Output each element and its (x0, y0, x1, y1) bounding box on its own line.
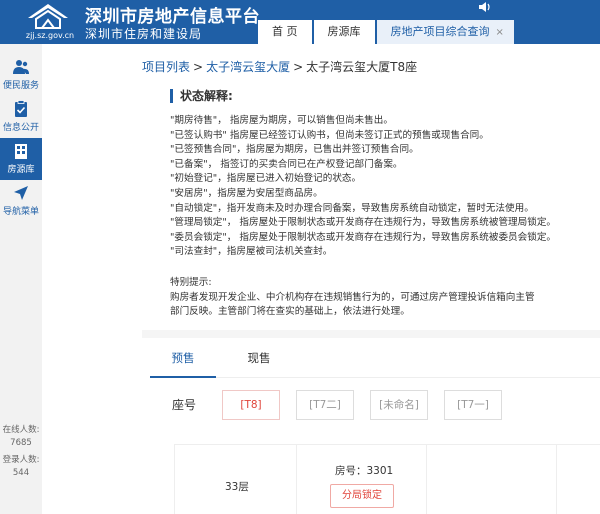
sidebar-item-navigation[interactable]: 导航菜单 (0, 180, 42, 222)
sidebar-item-label: 导航菜单 (2, 207, 39, 217)
breadcrumb-project[interactable]: 太子湾云玺大厦 (206, 60, 290, 74)
main-content: 项目列表 > 太子湾云玺大厦 > 太子湾云玺大厦T8座 状态解释: "期房待售"， 指房… (42, 44, 600, 514)
status-line: "自动锁定"，指开发商未及时办理合同备案，导致售房系统自动锁定，暂时无法使用。 (170, 202, 534, 214)
seat-button-t8[interactable]: [T8] (222, 390, 280, 420)
logo-house-icon (28, 4, 68, 29)
seat-button-t7-1[interactable]: [T7一] (444, 390, 502, 420)
breadcrumb-separator: > (293, 60, 304, 74)
top-header: zjj.sz.gov.cn 深圳市房地产信息平台 深圳市住房和建设局 首 页 房… (0, 0, 600, 44)
login-count: 544 (12, 468, 30, 478)
notice-title: 特别提示: (170, 276, 212, 288)
checklist-icon (15, 100, 27, 117)
breadcrumb-current: 太子湾云玺大厦T8座 (306, 60, 418, 74)
seat-button-t7-2[interactable]: [T7二] (296, 390, 354, 420)
sidebar-item-label: 房源库 (7, 165, 35, 175)
sidebar-item-label: 便民服务 (2, 81, 39, 91)
logo-url-text: zjj.sz.gov.cn (25, 31, 75, 40)
breadcrumb: 项目列表 > 太子湾云玺大厦 > 太子湾云玺大厦T8座 (142, 58, 417, 75)
online-stats: 在线人数: 7685 登录人数: 544 (0, 424, 42, 480)
tab-project-query[interactable]: 房地产项目综合查询 × (376, 20, 514, 44)
notice-line: 购房者发现开发企业、中介机构存在违规销售行为的，可通过房产管理投诉信箱向主管 (170, 291, 535, 303)
room-status-badge[interactable]: 分局锁定 (330, 484, 394, 508)
site-logo[interactable]: zjj.sz.gov.cn (20, 3, 76, 41)
status-line: "期房待售"， 指房屋为期房，可以销售但尚未售出。 (170, 115, 393, 126)
tab-spot-sale[interactable]: 现售 (234, 346, 284, 378)
status-line: "初始登记"，指房屋已进入初始登记的状态。 (170, 173, 362, 185)
breadcrumb-separator: > (193, 60, 204, 74)
navigation-icon (14, 186, 28, 200)
status-line: "安居房"，指房屋为安居型商品房。 (170, 187, 323, 199)
special-notice: 特别提示: 购房者发现开发企业、中介机构存在违规销售行为的，可通过房产管理投诉信… (170, 276, 600, 320)
status-lines: "期房待售"， 指房屋为期房，可以销售但尚未售出。 "已签认购书" 指房屋已经签… (170, 114, 600, 260)
notice-line: 部门反映。主管部门将在查实的基础上，依法进行处理。 (170, 306, 410, 318)
floor-name: 33层 (225, 481, 249, 493)
status-line: "已备案"， 指签订的买卖合同已在产权登记部门备案。 (170, 158, 403, 170)
breadcrumb-project-list[interactable]: 项目列表 (142, 60, 190, 74)
people-icon (13, 60, 29, 74)
sidebar-item-house-library[interactable]: 房源库 (0, 138, 42, 180)
tab-house-library-label: 房源库 (327, 25, 361, 38)
sale-type-tabs: 预售 现售 (150, 346, 600, 378)
empty-cell (427, 445, 557, 514)
sidebar-item-convenience[interactable]: 便民服务 (0, 54, 42, 96)
status-line: "委员会锁定"， 指房屋处于限制状态或开发商存在违规行为，导致售房系统被委员会锁… (170, 231, 557, 243)
sidebar: 便民服务 信息公开 房源库 导航菜单 在线人数: 7685 登录人数: 544 (0, 44, 42, 514)
tab-home-label: 首 页 (272, 25, 298, 38)
tab-presale[interactable]: 预售 (150, 346, 216, 378)
status-heading: 状态解释: (170, 88, 600, 104)
floor-cell: 33层 (175, 445, 297, 514)
status-line: "司法查封"，指房屋被司法机关查封。 (170, 246, 333, 258)
tab-project-query-label: 房地产项目综合查询 (390, 25, 490, 38)
online-label: 在线人数: (2, 425, 40, 435)
building-selector: 座号 [T8] [T7二] [未命名] [T7一] (150, 390, 600, 420)
section-divider (142, 330, 600, 338)
tab-house-library[interactable]: 房源库 (313, 20, 375, 44)
seat-button-unnamed[interactable]: [未命名] (370, 390, 428, 420)
online-count: 7685 (10, 438, 32, 448)
status-line: "管理局锁定"， 指房屋处于限制状态或开发商存在违规行为，导致售房系统被管理局锁… (170, 217, 557, 229)
sidebar-item-label: 信息公开 (2, 123, 39, 133)
close-icon[interactable]: × (496, 27, 504, 38)
floor-table: 33层 房号：3301 分局锁定 (174, 444, 600, 514)
room-cell[interactable]: 房号：3301 分局锁定 (297, 445, 427, 514)
sidebar-item-disclosure[interactable]: 信息公开 (0, 96, 42, 138)
status-explanation: 状态解释: "期房待售"， 指房屋为期房，可以销售但尚未售出。 "已签认购书" … (170, 88, 600, 320)
tab-home[interactable]: 首 页 (258, 20, 312, 44)
seat-label: 座号 (172, 398, 197, 412)
site-subtitle: 深圳市住房和建设局 (85, 27, 203, 41)
speaker-icon[interactable] (478, 0, 492, 14)
room-number: 房号：3301 (335, 465, 394, 477)
status-line: "已签预售合同"，指房屋为期房，已售出并签订预售合同。 (170, 144, 419, 156)
building-icon (15, 144, 27, 159)
site-title: 深圳市房地产信息平台 (85, 7, 260, 27)
empty-cell (557, 445, 600, 514)
login-label: 登录人数: (2, 455, 40, 465)
status-line: "已签认购书" 指房屋已经签订认购书，但尚未签订正式的预售或现售合同。 (170, 129, 489, 141)
top-tabs: 首 页 房源库 房地产项目综合查询 × (258, 20, 516, 44)
